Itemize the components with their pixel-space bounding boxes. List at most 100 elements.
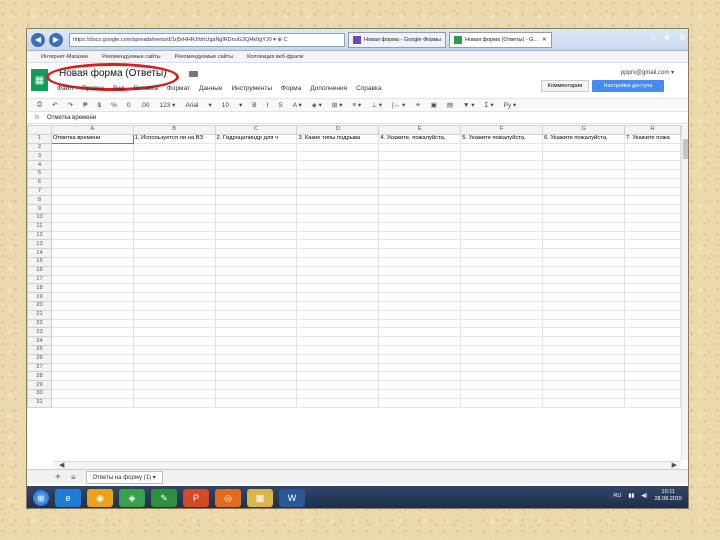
cell[interactable] (214, 160, 298, 170)
cell[interactable] (542, 309, 626, 320)
home-icon[interactable]: ⌂ (651, 33, 656, 42)
cell[interactable] (624, 195, 681, 206)
cell[interactable] (214, 362, 298, 373)
cell[interactable] (378, 212, 462, 223)
row-header[interactable]: 20 (27, 300, 52, 311)
taskbar-app-icon[interactable]: e (55, 489, 81, 507)
cell[interactable] (132, 239, 216, 250)
cell[interactable] (132, 292, 216, 302)
formula-input[interactable]: Отметка времени (47, 115, 96, 121)
toolbar-item[interactable]: ⎙ (37, 101, 42, 109)
toolbar-item[interactable]: $ (97, 102, 101, 109)
cell[interactable] (50, 239, 134, 250)
toolbar-item[interactable]: ⚭ (415, 101, 420, 109)
cell[interactable] (378, 239, 462, 250)
cell[interactable] (624, 142, 681, 153)
taskbar-app-icon[interactable]: ◎ (215, 489, 241, 507)
add-sheet-icon[interactable]: + (55, 472, 61, 483)
cell[interactable] (460, 256, 544, 267)
cell[interactable] (378, 221, 462, 232)
cell[interactable]: Отметка времени (50, 133, 134, 144)
cell[interactable] (542, 212, 626, 223)
cell[interactable] (214, 300, 298, 311)
cell[interactable] (132, 336, 216, 346)
cell[interactable] (542, 371, 626, 382)
toolbar-item[interactable]: 0 (127, 102, 131, 109)
cell[interactable] (542, 388, 626, 399)
toolbar-item[interactable]: Σ ▾ (485, 101, 494, 109)
cell[interactable] (50, 195, 134, 206)
clock[interactable]: 10:11 28.08.2015 (654, 489, 682, 503)
cell[interactable] (50, 142, 134, 153)
cell[interactable] (378, 186, 462, 197)
user-account[interactable]: рррrx@gmail.com ▾ (621, 69, 674, 76)
start-button[interactable]: ⊞ (33, 490, 49, 506)
bookmark-item[interactable]: Коллекция веб-фрагм (247, 54, 303, 60)
cell[interactable] (296, 239, 380, 250)
sheets-logo-icon[interactable]: ▦ (31, 69, 48, 91)
forward-icon[interactable]: ▶ (49, 32, 63, 47)
cell[interactable] (460, 204, 544, 214)
cell[interactable] (542, 151, 626, 162)
taskbar-app-icon[interactable]: ▦ (247, 489, 273, 507)
cell[interactable]: 1. Используется ли на ВЗ (132, 133, 216, 144)
toolbar-item[interactable]: ▼ ▾ (463, 101, 475, 109)
cell[interactable] (50, 221, 134, 232)
cell[interactable] (542, 274, 626, 285)
cell[interactable] (296, 353, 380, 364)
cell[interactable] (460, 327, 544, 338)
cell[interactable] (214, 195, 298, 206)
column-header[interactable]: F (460, 125, 544, 135)
cell[interactable] (214, 256, 298, 267)
cell[interactable] (50, 256, 134, 267)
cell[interactable] (378, 344, 462, 355)
cell[interactable] (50, 327, 134, 338)
cell[interactable] (624, 265, 681, 276)
toolbar-item[interactable]: ▤ (447, 101, 453, 109)
cell[interactable] (132, 344, 216, 355)
cell[interactable] (378, 168, 462, 179)
cell[interactable] (460, 160, 544, 170)
cell[interactable] (624, 239, 681, 250)
cell[interactable] (542, 327, 626, 338)
cell[interactable] (460, 371, 544, 382)
cell[interactable] (624, 362, 681, 373)
row-header[interactable]: 18 (27, 283, 52, 294)
cell[interactable] (296, 380, 380, 390)
cell[interactable] (214, 168, 298, 179)
cell[interactable] (50, 362, 134, 373)
toolbar-item[interactable]: A ▾ (293, 101, 302, 109)
cell[interactable] (132, 371, 216, 382)
cell[interactable] (132, 230, 216, 241)
cell[interactable] (378, 353, 462, 364)
cell[interactable] (296, 397, 380, 408)
toolbar-item[interactable]: ▾ (239, 101, 242, 109)
cell[interactable] (132, 160, 216, 170)
cell[interactable] (296, 142, 380, 153)
cell[interactable] (214, 371, 298, 382)
cell[interactable] (132, 283, 216, 294)
cell[interactable] (378, 248, 462, 258)
comments-button[interactable]: Комментарии (541, 80, 589, 92)
cell[interactable] (50, 151, 134, 162)
row-header[interactable]: 14 (27, 248, 52, 258)
row-header[interactable]: 21 (27, 309, 52, 320)
cell[interactable] (378, 362, 462, 373)
cell[interactable] (378, 309, 462, 320)
volume-icon[interactable]: ◀) (641, 493, 647, 499)
horizontal-scrollbar[interactable]: ◀ ▶ (53, 461, 681, 469)
cell[interactable] (214, 274, 298, 285)
cell[interactable] (460, 248, 544, 258)
cell[interactable] (624, 309, 681, 320)
cell[interactable] (542, 336, 626, 346)
cell[interactable] (132, 327, 216, 338)
settings-icon[interactable]: ⚙ (679, 33, 686, 42)
cell[interactable] (214, 292, 298, 302)
row-header[interactable]: 6 (27, 177, 52, 188)
network-icon[interactable]: ▮▮ (628, 493, 634, 499)
cell[interactable] (50, 283, 134, 294)
cell[interactable] (460, 168, 544, 179)
cell[interactable] (214, 380, 298, 390)
cell[interactable] (624, 177, 681, 188)
toolbar-item[interactable]: Ру ▾ (504, 101, 517, 109)
